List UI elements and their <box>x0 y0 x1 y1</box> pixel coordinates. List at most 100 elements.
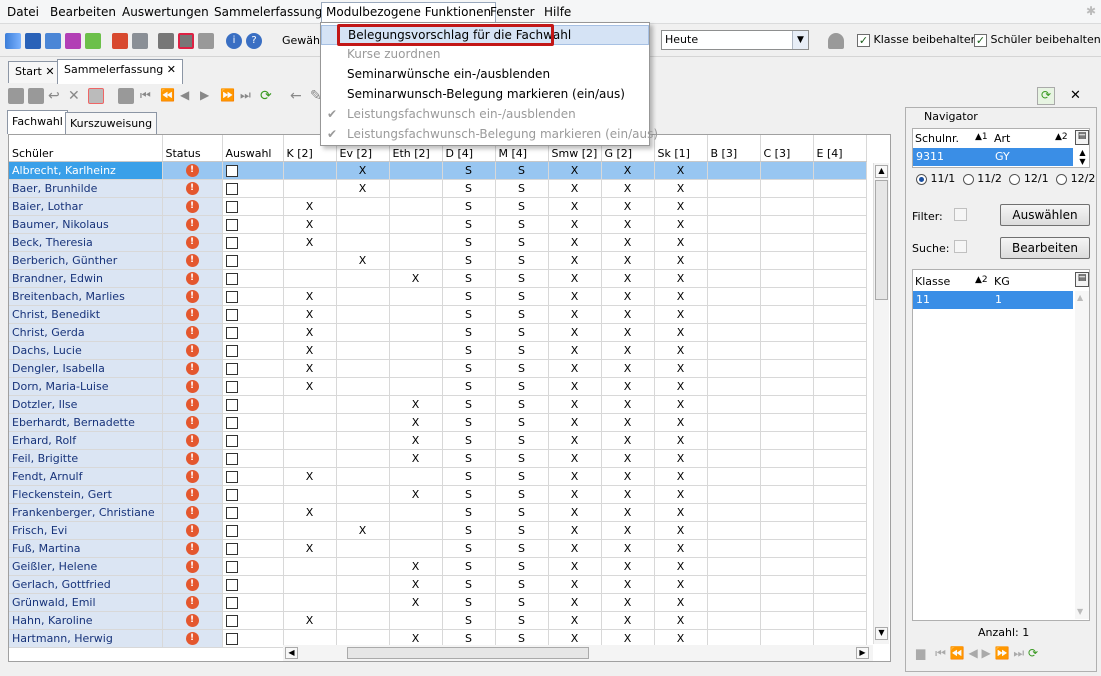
subject-cell[interactable]: X <box>654 233 708 252</box>
subject-cell[interactable] <box>707 341 761 360</box>
menu-auswertungen[interactable]: Auswertungen <box>122 5 209 19</box>
student-name[interactable]: Breitenbach, Marlies <box>9 287 163 306</box>
subject-cell[interactable]: S <box>495 251 549 270</box>
class-row[interactable]: 11 1 <box>913 291 1073 309</box>
subject-cell[interactable] <box>760 485 814 504</box>
subject-cell[interactable]: X <box>548 485 602 504</box>
subject-cell[interactable] <box>707 611 761 630</box>
column-header[interactable]: C [3] <box>760 135 814 162</box>
table-row[interactable]: Geißler, Helene! X S S X X X <box>9 557 867 576</box>
selection-checkbox[interactable] <box>225 254 238 267</box>
selection-checkbox[interactable] <box>225 308 238 321</box>
subject-cell[interactable]: X <box>283 377 337 396</box>
student-name[interactable]: Dengler, Isabella <box>9 359 163 378</box>
subject-cell[interactable]: X <box>601 251 655 270</box>
student-name[interactable]: Geißler, Helene <box>9 557 163 576</box>
subject-cell[interactable] <box>760 251 814 270</box>
subject-cell[interactable] <box>336 575 390 594</box>
subject-cell[interactable] <box>707 377 761 396</box>
subject-cell[interactable]: S <box>442 413 496 432</box>
subject-cell[interactable] <box>813 557 867 576</box>
subject-cell[interactable] <box>336 323 390 342</box>
selection-cell[interactable] <box>222 485 284 504</box>
selection-checkbox[interactable] <box>225 380 238 393</box>
school-grid-header-art[interactable]: Art <box>994 132 1010 145</box>
subject-cell[interactable] <box>336 593 390 612</box>
student-name[interactable]: Hahn, Karoline <box>9 611 163 630</box>
subject-cell[interactable]: S <box>495 359 549 378</box>
subject-cell[interactable] <box>760 179 814 198</box>
selection-cell[interactable] <box>222 197 284 216</box>
radio-button[interactable] <box>1056 173 1068 185</box>
subject-cell[interactable] <box>707 305 761 324</box>
subject-cell[interactable]: X <box>601 575 655 594</box>
selection-cell[interactable] <box>222 287 284 306</box>
subject-cell[interactable]: X <box>548 269 602 288</box>
subject-cell[interactable]: X <box>548 521 602 540</box>
subject-cell[interactable]: S <box>442 521 496 540</box>
subject-cell[interactable] <box>760 467 814 486</box>
chat-icon[interactable] <box>65 33 81 49</box>
report-icon[interactable] <box>132 33 148 49</box>
subject-cell[interactable]: S <box>495 575 549 594</box>
subject-cell[interactable] <box>707 503 761 522</box>
subject-cell[interactable]: X <box>654 557 708 576</box>
tab-fachwahl[interactable]: Fachwahl <box>7 110 68 134</box>
selection-checkbox[interactable] <box>225 560 238 573</box>
subject-cell[interactable]: S <box>442 251 496 270</box>
subject-cell[interactable] <box>760 269 814 288</box>
subject-cell[interactable]: S <box>495 539 549 558</box>
subject-cell[interactable]: X <box>601 395 655 414</box>
subject-cell[interactable] <box>760 503 814 522</box>
radio-11-2[interactable]: 11/2 <box>962 172 1002 185</box>
subject-cell[interactable]: S <box>442 287 496 306</box>
subject-cell[interactable]: S <box>442 305 496 324</box>
subject-cell[interactable] <box>813 197 867 216</box>
subject-cell[interactable] <box>389 287 443 306</box>
subject-cell[interactable]: X <box>601 521 655 540</box>
subject-cell[interactable]: X <box>389 431 443 450</box>
subject-cell[interactable] <box>389 251 443 270</box>
subject-cell[interactable] <box>389 611 443 630</box>
id-card-icon[interactable] <box>25 33 41 49</box>
subject-cell[interactable]: S <box>495 611 549 630</box>
selection-checkbox[interactable] <box>225 542 238 555</box>
student-name[interactable]: Fleckenstein, Gert <box>9 485 163 504</box>
subject-cell[interactable]: X <box>283 467 337 486</box>
form-icon[interactable] <box>88 88 104 104</box>
subject-cell[interactable] <box>707 323 761 342</box>
subject-cell[interactable]: X <box>654 449 708 468</box>
subject-cell[interactable]: X <box>654 215 708 234</box>
scroll-right-icon[interactable]: ▶ <box>856 647 869 659</box>
selection-cell[interactable] <box>222 467 284 486</box>
subject-cell[interactable] <box>760 377 814 396</box>
close-icon[interactable]: ✕ <box>167 63 176 76</box>
selection-cell[interactable] <box>222 539 284 558</box>
subject-cell[interactable] <box>760 305 814 324</box>
school-grid-scroll[interactable]: ▲ ▼ <box>1076 148 1089 166</box>
selection-cell[interactable] <box>222 161 284 180</box>
subject-cell[interactable] <box>389 359 443 378</box>
subject-cell[interactable] <box>813 341 867 360</box>
subject-cell[interactable] <box>707 557 761 576</box>
selection-cell[interactable] <box>222 215 284 234</box>
subject-cell[interactable]: X <box>654 323 708 342</box>
subject-cell[interactable] <box>336 197 390 216</box>
subject-cell[interactable]: S <box>495 179 549 198</box>
subject-cell[interactable]: X <box>389 557 443 576</box>
selection-checkbox[interactable] <box>225 434 238 447</box>
subject-cell[interactable]: X <box>654 431 708 450</box>
menu-item[interactable]: Seminarwunsch-Belegung markieren (ein/au… <box>321 85 649 105</box>
subject-cell[interactable] <box>389 197 443 216</box>
message-icon[interactable] <box>85 33 101 49</box>
print-icon[interactable] <box>178 33 194 49</box>
subject-cell[interactable] <box>283 449 337 468</box>
selection-cell[interactable] <box>222 557 284 576</box>
subject-cell[interactable] <box>760 557 814 576</box>
table-row[interactable]: Baer, Brunhilde! X S S X X X <box>9 179 867 198</box>
subject-cell[interactable] <box>283 269 337 288</box>
subject-cell[interactable]: X <box>548 503 602 522</box>
radio-button[interactable] <box>1009 173 1021 185</box>
subject-cell[interactable]: X <box>654 395 708 414</box>
subject-cell[interactable]: X <box>548 341 602 360</box>
